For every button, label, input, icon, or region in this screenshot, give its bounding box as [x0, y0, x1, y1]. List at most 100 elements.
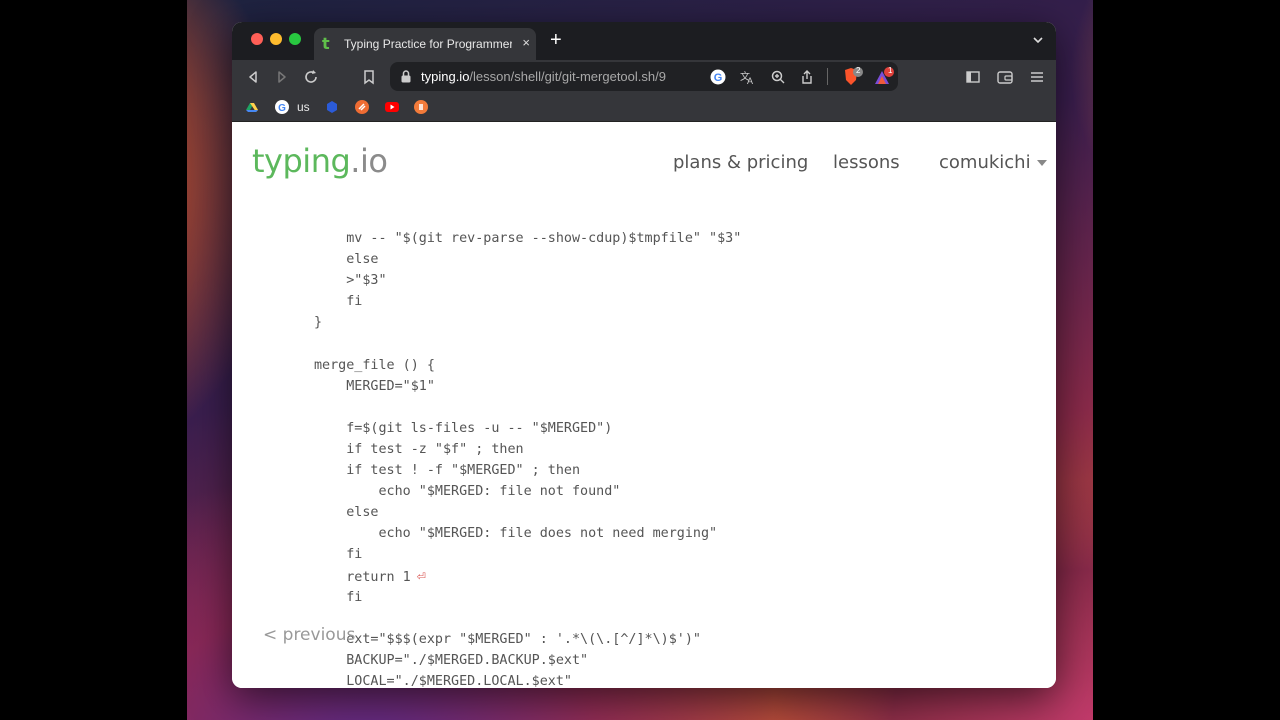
typing-io-logo[interactable]: typing.io: [252, 142, 388, 180]
code-line: else: [314, 502, 741, 523]
extension-icon[interactable]: [325, 100, 339, 114]
code-text: else: [346, 252, 379, 268]
page-content: typing.io plans & pricing lessons comuki…: [232, 122, 1056, 688]
code-text: mv -- "$(git rev-parse --show-cdup)$tmpf…: [346, 231, 742, 246]
google-icon[interactable]: G: [275, 100, 289, 114]
forward-icon[interactable]: [273, 68, 291, 86]
code-line: f=$(git ls-files -u -- "$MERGED"): [314, 418, 741, 439]
code-line: ext="$$$(expr "$MERGED" : '.*\(\.[^/]*\)…: [314, 629, 741, 650]
lock-icon[interactable]: [400, 70, 412, 83]
code-text: if test ! -f "$MERGED" ; then: [346, 463, 581, 479]
code-text: }: [314, 315, 323, 331]
youtube-icon[interactable]: [385, 100, 399, 114]
google-lens-icon[interactable]: G: [710, 69, 726, 85]
menu-icon[interactable]: [1028, 68, 1046, 86]
code-text: if test -z "$f" ; then: [346, 441, 524, 457]
code-line: else: [314, 249, 741, 270]
new-tab-button[interactable]: +: [550, 30, 562, 50]
return-key-icon: ⏎: [416, 566, 426, 585]
code-text: fi: [346, 294, 363, 310]
close-window-button[interactable]: [251, 33, 263, 45]
browser-toolbar: typing.io/lesson/shell/git/git-mergetool…: [232, 60, 1056, 94]
tab-active[interactable]: t Typing Practice for Programmers ×: [314, 28, 536, 60]
svg-text:G: G: [278, 103, 286, 114]
google-drive-icon[interactable]: [245, 100, 259, 114]
tab-search-chevron-icon[interactable]: [1032, 34, 1044, 46]
code-text: return 1: [346, 569, 411, 585]
code-text: fi: [346, 589, 363, 605]
code-line: MERGED="$1": [314, 376, 741, 397]
brave-rewards-badge: 1: [888, 66, 893, 75]
bookmarks-bar: G us: [232, 94, 1056, 122]
address-bar[interactable]: typing.io/lesson/shell/git/git-mergetool…: [390, 62, 898, 91]
tab-bar: t Typing Practice for Programmers × +: [232, 22, 1056, 60]
separator: [827, 68, 828, 85]
brave-shields-icon[interactable]: [842, 67, 864, 87]
code-line: if test ! -f "$MERGED" ; then: [314, 460, 741, 481]
code-line: mv -- "$(git rev-parse --show-cdup)$tmpf…: [314, 228, 741, 249]
code-line: echo "$MERGED: file does not need mergin…: [314, 523, 741, 544]
code-text: LOCAL="./$MERGED.LOCAL.$ext": [346, 673, 572, 688]
sidebar-toggle-icon[interactable]: [964, 68, 982, 86]
reload-icon[interactable]: [302, 68, 320, 86]
svg-text:G: G: [714, 72, 723, 84]
code-line: if test -z "$f" ; then: [314, 439, 741, 460]
code-line: LOCAL="./$MERGED.LOCAL.$ext": [314, 671, 741, 688]
code-line: return 1 ⏎: [314, 566, 741, 587]
share-icon[interactable]: [799, 69, 815, 85]
code-text: echo "$MERGED: file not found": [378, 484, 621, 500]
code-line: fi: [314, 544, 741, 565]
back-icon[interactable]: [244, 68, 262, 86]
code-line: }: [314, 312, 741, 333]
code-text: else: [346, 505, 379, 521]
url-text[interactable]: typing.io/lesson/shell/git/git-mergetool…: [421, 69, 666, 84]
code-line: fi: [314, 291, 741, 312]
brave-icon[interactable]: [414, 100, 428, 114]
code-text: >"$3": [346, 273, 387, 289]
browser-window: t Typing Practice for Programmers × + ty…: [232, 22, 1056, 688]
tab-title: Typing Practice for Programmers: [344, 37, 512, 51]
code-line: fi: [314, 587, 741, 608]
code-lesson-area[interactable]: mv -- "$(git rev-parse --show-cdup)$tmpf…: [314, 228, 741, 688]
previous-page-link[interactable]: < previous: [263, 625, 355, 645]
orange-app-icon[interactable]: [355, 100, 369, 114]
brave-shields-badge: 2: [856, 66, 861, 75]
wallet-icon[interactable]: [996, 68, 1014, 86]
code-line: merge_file () {: [314, 355, 741, 376]
nav-user-menu[interactable]: comukichi: [939, 152, 1047, 173]
code-text: merge_file () {: [314, 357, 435, 373]
code-text: ext="$$$(expr "$MERGED" : '.*\(\.[^/]*\)…: [346, 631, 701, 647]
bookmark-icon[interactable]: [360, 68, 378, 86]
zoom-icon[interactable]: [770, 69, 786, 85]
typing-io-favicon-icon: t: [322, 34, 330, 53]
zoom-window-button[interactable]: [289, 33, 301, 45]
nav-plans-pricing[interactable]: plans & pricing: [673, 152, 808, 173]
tab-close-icon[interactable]: ×: [522, 35, 530, 50]
minimize-window-button[interactable]: [270, 33, 282, 45]
caret-down-icon: [1036, 160, 1047, 166]
bookmark-label-us[interactable]: us: [297, 100, 310, 114]
code-line: echo "$MERGED: file not found": [314, 481, 741, 502]
code-text: fi: [346, 547, 363, 563]
nav-lessons[interactable]: lessons: [833, 152, 900, 173]
translate-icon[interactable]: 文 A: [739, 69, 755, 85]
